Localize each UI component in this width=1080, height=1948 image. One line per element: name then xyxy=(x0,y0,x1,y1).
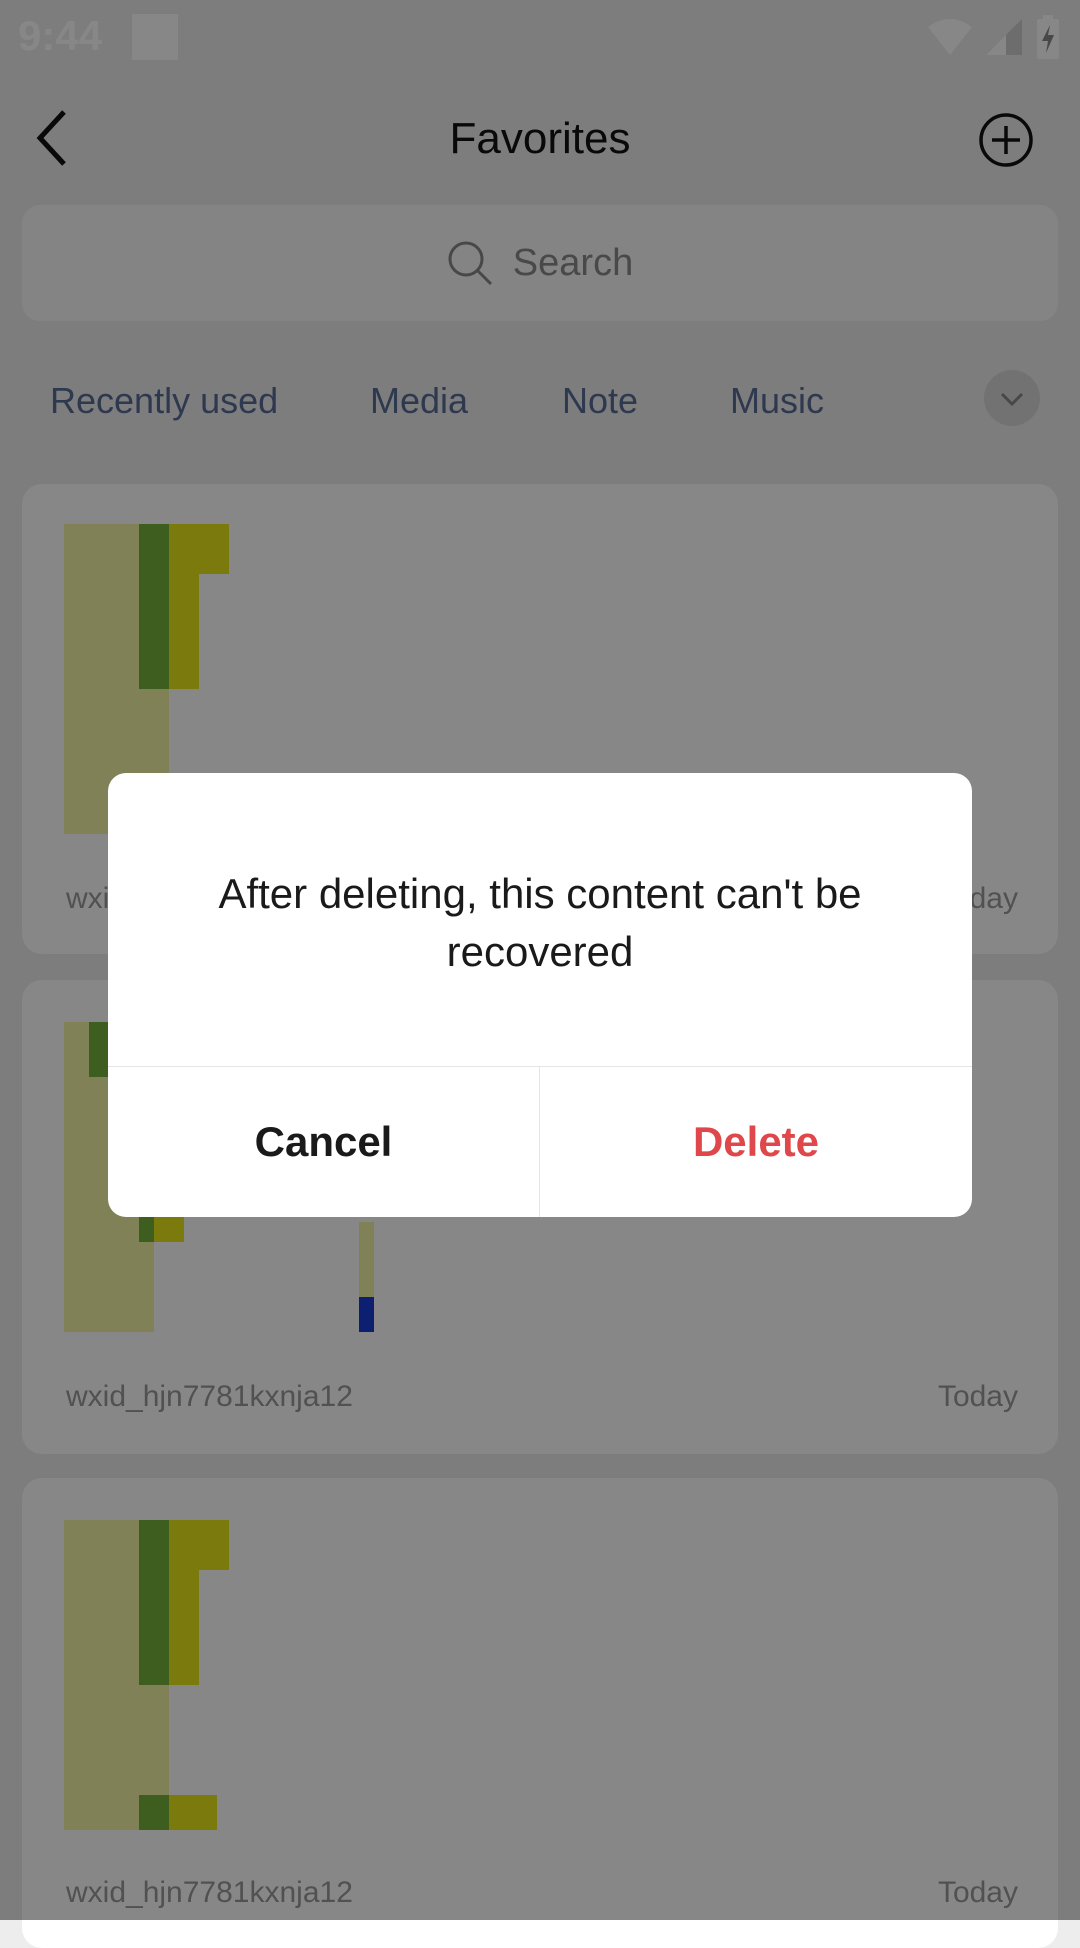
delete-button[interactable]: Delete xyxy=(540,1067,972,1217)
delete-confirm-dialog: After deleting, this content can't be re… xyxy=(108,773,972,1217)
dialog-message: After deleting, this content can't be re… xyxy=(218,870,862,975)
cancel-button[interactable]: Cancel xyxy=(108,1067,539,1217)
